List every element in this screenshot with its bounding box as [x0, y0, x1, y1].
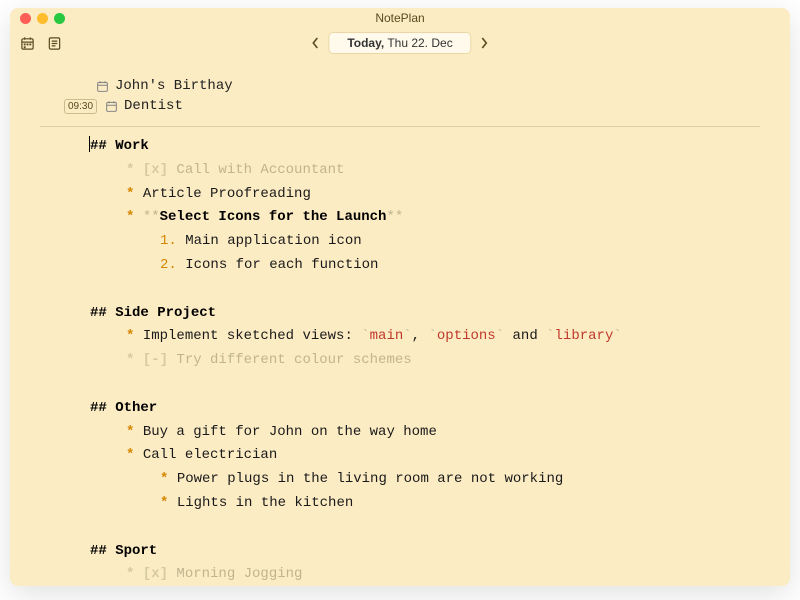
toolbar-left	[20, 36, 62, 51]
event-row: John's Birthay	[40, 76, 760, 96]
chevron-left-icon[interactable]	[310, 36, 320, 50]
chevron-right-icon[interactable]	[480, 36, 490, 50]
task-done: * [x] Morning Jogging	[108, 563, 760, 586]
note-editor[interactable]: ## Work * [x] Call with Accountant * Art…	[40, 135, 760, 586]
task-cancelled: * [-] Try different colour schemes	[108, 349, 760, 373]
app-title: NotePlan	[20, 11, 780, 25]
event-text: John's Birthay	[115, 78, 233, 94]
calendar-icon[interactable]	[20, 36, 35, 51]
zoom-window-button[interactable]	[54, 13, 65, 24]
task-open: * Buy a gift for John on the way home	[108, 421, 760, 445]
close-window-button[interactable]	[20, 13, 31, 24]
event-calendar-icon	[105, 100, 118, 113]
event-time-badge: 09:30	[64, 99, 97, 114]
task-code: * Implement sketched views: `main`, `opt…	[108, 325, 760, 349]
section-heading-work: ## Work	[90, 135, 760, 159]
content-scroll[interactable]: John's Birthay 09:30 Dentist ## Work * […	[10, 58, 790, 586]
app-window: NotePlan Today, Thu 22. Dec	[10, 8, 790, 586]
subtask: * Lights in the kitchen	[108, 492, 760, 516]
date-prefix: Today,	[347, 36, 384, 50]
date-display[interactable]: Today, Thu 22. Dec	[328, 32, 471, 54]
event-calendar-icon	[96, 80, 109, 93]
subtask: * Power plugs in the living room are not…	[108, 468, 760, 492]
task-done: * [x] Call with Accountant	[108, 159, 760, 183]
date-navigator: Today, Thu 22. Dec	[310, 32, 489, 54]
section-heading-sport: ## Sport	[90, 540, 760, 564]
date-rest: Thu 22. Dec	[384, 36, 452, 50]
note-icon[interactable]	[47, 36, 62, 51]
blank-line	[108, 373, 760, 397]
minimize-window-button[interactable]	[37, 13, 48, 24]
toolbar: Today, Thu 22. Dec	[10, 28, 790, 58]
section-heading-side: ## Side Project	[90, 302, 760, 326]
divider	[40, 126, 760, 127]
event-row: 09:30 Dentist	[40, 96, 760, 116]
titlebar: NotePlan	[10, 8, 790, 28]
task-open: * Article Proofreading	[108, 183, 760, 207]
event-text: Dentist	[124, 98, 183, 114]
task-bold: * **Select Icons for the Launch**	[108, 206, 760, 230]
blank-line	[108, 516, 760, 540]
window-controls	[20, 13, 65, 24]
section-heading-other: ## Other	[90, 397, 760, 421]
blank-line	[108, 278, 760, 302]
ol-item: 2. Icons for each function	[108, 254, 760, 278]
task-open: * Call electrician	[108, 444, 760, 468]
ol-item: 1. Main application icon	[108, 230, 760, 254]
